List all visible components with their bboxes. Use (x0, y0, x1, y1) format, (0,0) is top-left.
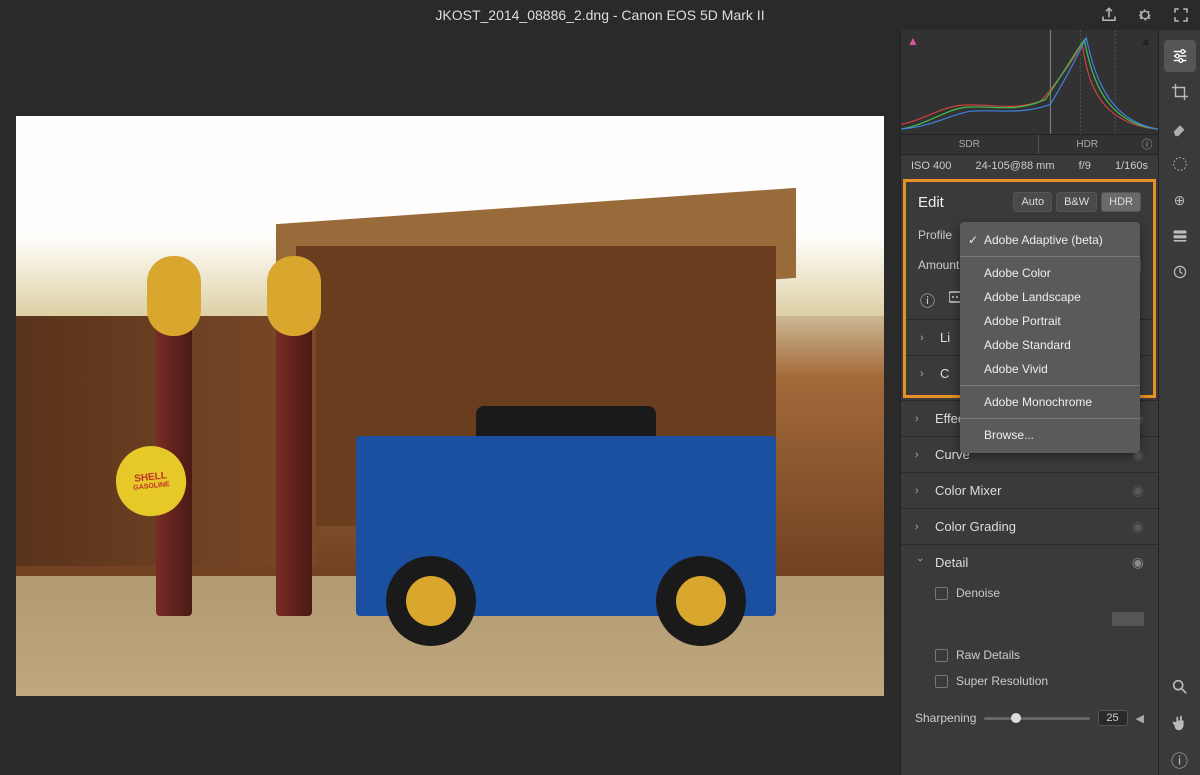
hdr-label[interactable]: HDR (1039, 135, 1137, 154)
hdr-button[interactable]: HDR (1101, 192, 1141, 212)
metadata-row: ISO 400 24-105@88 mm f/9 1/160s (901, 155, 1158, 177)
crop-icon[interactable] (1164, 76, 1196, 108)
super-resolution-row: Super Resolution (901, 668, 1158, 694)
eye-icon[interactable]: ◉ (1132, 482, 1144, 499)
presets-icon[interactable] (1164, 220, 1196, 252)
chevron-right-icon: › (920, 332, 930, 344)
meta-iso: ISO 400 (911, 160, 951, 172)
chevron-right-icon: › (915, 413, 925, 425)
top-bar: JKOST_2014_08886_2.dng - Canon EOS 5D Ma… (0, 0, 1200, 30)
zoom-icon[interactable] (1164, 671, 1196, 703)
eye-icon[interactable]: ◉ (1132, 554, 1144, 571)
tool-strip: ⊕ ⓘ (1158, 30, 1200, 775)
hand-icon[interactable] (1164, 707, 1196, 739)
sharpening-label: Sharpening (915, 711, 976, 725)
raw-details-checkbox[interactable] (935, 649, 948, 662)
denoise-checkbox-row: Denoise (901, 580, 1158, 606)
eraser-icon[interactable] (1164, 112, 1196, 144)
denoise-preview-swatch (1112, 612, 1144, 626)
masking-icon[interactable] (1164, 148, 1196, 180)
denoise-label: Denoise (956, 586, 1000, 600)
versions-icon[interactable] (1164, 256, 1196, 288)
section-detail[interactable]: › Detail ◉ (901, 544, 1158, 580)
chevron-right-icon: › (920, 368, 930, 380)
profile-label: Profile (918, 228, 952, 242)
profile-dropdown: Adobe Adaptive (beta) Adobe Color Adobe … (960, 222, 1140, 453)
sharpening-slider[interactable] (984, 717, 1089, 720)
meta-shutter: 1/160s (1115, 160, 1148, 172)
highlighted-edit-region: Edit Auto B&W HDR Profile Adobe Adaptive… (903, 179, 1156, 398)
bw-button[interactable]: B&W (1056, 192, 1097, 212)
file-title: JKOST_2014_08886_2.dng - Canon EOS 5D Ma… (435, 7, 764, 23)
info-icon[interactable]: ⓘ (920, 290, 935, 311)
meta-aperture: f/9 (1079, 160, 1091, 172)
top-actions (1100, 6, 1190, 24)
profile-option-color[interactable]: Adobe Color (960, 261, 1140, 285)
chevron-down-icon: › (914, 558, 926, 568)
profile-option-landscape[interactable]: Adobe Landscape (960, 285, 1140, 309)
export-icon[interactable] (1100, 6, 1118, 24)
edit-panel-header: Edit Auto B&W HDR (906, 182, 1153, 222)
edit-sliders-icon[interactable] (1164, 40, 1196, 72)
sdr-label[interactable]: SDR (901, 135, 1039, 154)
section-color-mixer[interactable]: › Color Mixer ◉ (901, 472, 1158, 508)
meta-lens: 24-105@88 mm (975, 160, 1054, 172)
profile-option-portrait[interactable]: Adobe Portrait (960, 309, 1140, 333)
histogram-mode-labels: SDR HDR ⓘ (901, 135, 1158, 155)
super-resolution-checkbox[interactable] (935, 675, 948, 688)
gear-icon[interactable] (1136, 6, 1154, 24)
edit-title: Edit (918, 194, 944, 211)
highlight-clip-icon[interactable]: ▲ (1140, 34, 1152, 48)
chevron-right-icon: › (915, 449, 925, 461)
denoise-swatch-row (901, 606, 1158, 632)
profile-option-standard[interactable]: Adobe Standard (960, 333, 1140, 357)
section-color-grading[interactable]: › Color Grading ◉ (901, 508, 1158, 544)
auto-button[interactable]: Auto (1013, 192, 1052, 212)
histogram-info-icon[interactable]: ⓘ (1136, 135, 1158, 154)
right-panel: ▲ ▲ SDR HDR ⓘ ISO 400 24-105@88 mm f/9 1… (900, 30, 1158, 775)
amount-label: Amount (918, 258, 962, 272)
fullscreen-icon[interactable] (1172, 6, 1190, 24)
disclosure-icon[interactable]: ◀ (1136, 712, 1144, 725)
profile-option-browse[interactable]: Browse... (960, 423, 1140, 447)
eye-icon[interactable]: ◉ (1132, 518, 1144, 535)
profile-option-vivid[interactable]: Adobe Vivid (960, 357, 1140, 381)
raw-details-label: Raw Details (956, 648, 1020, 662)
denoise-checkbox[interactable] (935, 587, 948, 600)
redeye-icon[interactable]: ⊕ (1164, 184, 1196, 216)
sharpening-value[interactable]: 25 (1098, 710, 1128, 726)
raw-details-row: Raw Details (901, 642, 1158, 668)
profile-option-monochrome[interactable]: Adobe Monochrome (960, 390, 1140, 414)
sharpening-row: Sharpening 25 ◀ (901, 704, 1158, 732)
shadow-clip-icon[interactable]: ▲ (907, 34, 919, 48)
chevron-right-icon: › (915, 485, 925, 497)
super-resolution-label: Super Resolution (956, 674, 1048, 688)
profile-row: Profile Adobe Adaptive (beta) Adobe Colo… (906, 222, 1153, 248)
profile-option-adaptive[interactable]: Adobe Adaptive (beta) (960, 228, 1140, 252)
canvas-area[interactable]: SHELL GASOLINE (0, 30, 900, 775)
info-panel-icon[interactable]: ⓘ (1164, 743, 1196, 775)
chevron-right-icon: › (915, 521, 925, 533)
photo-preview: SHELL GASOLINE (16, 116, 884, 696)
histogram[interactable]: ▲ ▲ (901, 30, 1158, 135)
